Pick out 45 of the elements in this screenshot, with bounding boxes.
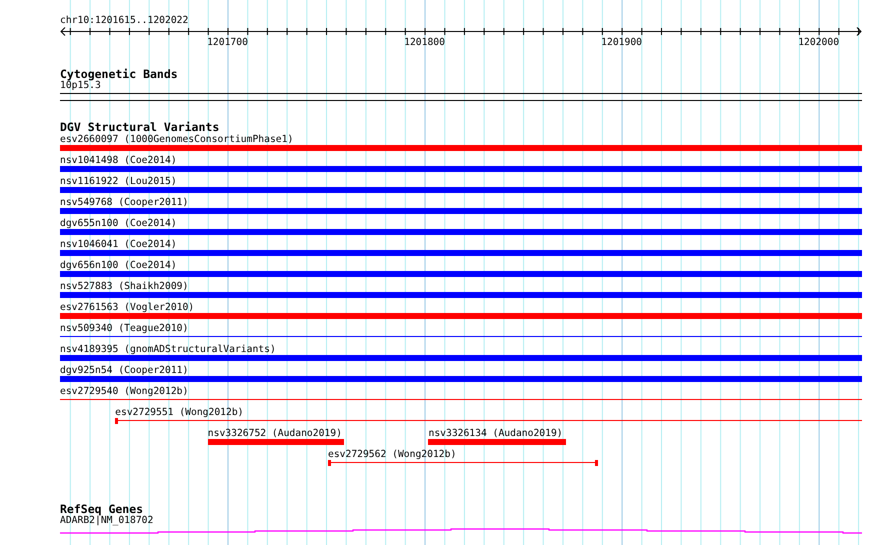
variant-label: esv2761563 (Vogler2010) [60, 302, 194, 313]
variant-label: esv2729551 (Wong2012b) [115, 407, 244, 418]
tick-label: 1202000 [798, 37, 840, 48]
variant-label: nsv1161922 (Lou2015) [60, 176, 177, 187]
gene-line[interactable] [60, 528, 862, 535]
variant-label: nsv527883 (Shaikh2009) [60, 281, 188, 292]
variant-bar[interactable] [428, 439, 566, 445]
variant-bar[interactable] [60, 271, 862, 277]
variant-label: nsv1046041 (Coe2014) [60, 239, 177, 250]
variant-bar[interactable] [208, 439, 344, 445]
variant-line[interactable] [60, 397, 862, 403]
variant-label: dgv925n54 (Cooper2011) [60, 365, 188, 376]
track-title: RefSeq Genes [60, 503, 144, 515]
variant-label: esv2660097 (1000GenomesConsortiumPhase1) [60, 134, 294, 145]
variant-bar[interactable] [60, 313, 862, 319]
variant-label: nsv3326134 (Audano2019) [428, 428, 563, 439]
variant-bar[interactable] [60, 166, 862, 172]
variant-bar[interactable] [60, 187, 862, 193]
variant-label: dgv655n100 (Coe2014) [60, 218, 177, 229]
variant-label: dgv656n100 (Coe2014) [60, 260, 177, 271]
variant-bar[interactable] [60, 292, 862, 298]
track-title: DGV Structural Variants [60, 121, 220, 133]
variant-label: esv2729562 (Wong2012b) [328, 449, 456, 460]
gene-label: ADARB2|NM_018702 [60, 515, 154, 526]
variant-line[interactable] [115, 418, 862, 424]
variant-line[interactable] [328, 460, 598, 466]
tick-label: 1201800 [404, 37, 445, 48]
tick-label: 1201700 [207, 37, 248, 48]
variant-line[interactable] [60, 334, 862, 340]
variant-bar[interactable] [60, 250, 862, 256]
variant-bar[interactable] [60, 208, 862, 214]
location-label: chr10:1201615..1202022 [60, 15, 188, 26]
variant-bar[interactable] [60, 355, 862, 361]
tick-label: 1201900 [601, 37, 642, 48]
variant-bar[interactable] [60, 229, 862, 235]
variant-label: nsv549768 (Cooper2011) [60, 197, 188, 208]
track-title: Cytogenetic Bands [60, 68, 178, 80]
variant-label: nsv3326752 (Audano2019) [208, 428, 342, 439]
variant-label: nsv1041498 (Coe2014) [60, 155, 177, 166]
band-label: 10p15.3 [60, 80, 101, 91]
variant-bar[interactable] [60, 376, 862, 382]
variant-bar[interactable] [60, 145, 862, 151]
variant-label: nsv509340 (Teague2010) [60, 323, 188, 334]
variant-label: nsv4189395 (gnomADStructuralVariants) [60, 344, 276, 355]
variant-label: esv2729540 (Wong2012b) [60, 386, 188, 397]
